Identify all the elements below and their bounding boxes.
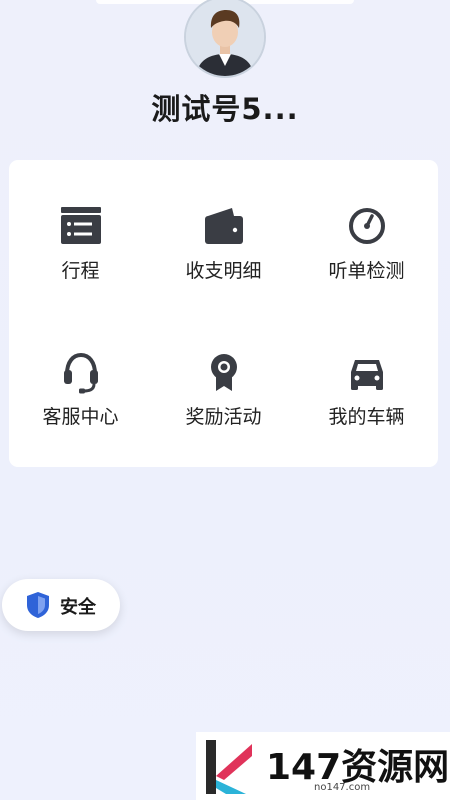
watermark: 147资源网 no147.com [196, 732, 450, 800]
menu-item-customer-service[interactable]: 客服中心 [9, 306, 152, 456]
menu-card: 行程 收支明细 听单检测 客服中心 奖励活动 我的车辆 [9, 160, 438, 467]
gauge-icon [348, 208, 385, 244]
user-name: 测试号5... [151, 92, 299, 126]
user-avatar[interactable] [184, 0, 266, 78]
watermark-site: no147.com [314, 782, 371, 793]
safety-button[interactable]: 安全 [2, 579, 120, 631]
menu-item-label: 客服中心 [42, 406, 119, 428]
award-icon [210, 354, 237, 391]
menu-item-label: 收支明细 [185, 260, 262, 282]
menu-item-wallet[interactable]: 收支明细 [152, 160, 295, 310]
itinerary-icon [60, 207, 101, 244]
site-logo-icon [206, 740, 252, 794]
safety-label: 安全 [60, 597, 96, 618]
menu-item-itinerary[interactable]: 行程 [9, 160, 152, 310]
menu-item-label: 行程 [61, 260, 100, 282]
menu-item-label: 奖励活动 [185, 406, 262, 428]
wallet-icon [204, 208, 243, 244]
shield-icon [27, 592, 49, 618]
menu-item-label: 听单检测 [328, 260, 405, 282]
user-avatar-icon [186, 0, 264, 76]
menu-item-rewards[interactable]: 奖励活动 [152, 306, 295, 456]
menu-item-my-vehicle[interactable]: 我的车辆 [295, 306, 438, 456]
car-icon [350, 360, 383, 390]
menu-item-label: 我的车辆 [328, 406, 405, 428]
menu-item-order-check[interactable]: 听单检测 [295, 160, 438, 310]
headset-icon [63, 352, 98, 394]
